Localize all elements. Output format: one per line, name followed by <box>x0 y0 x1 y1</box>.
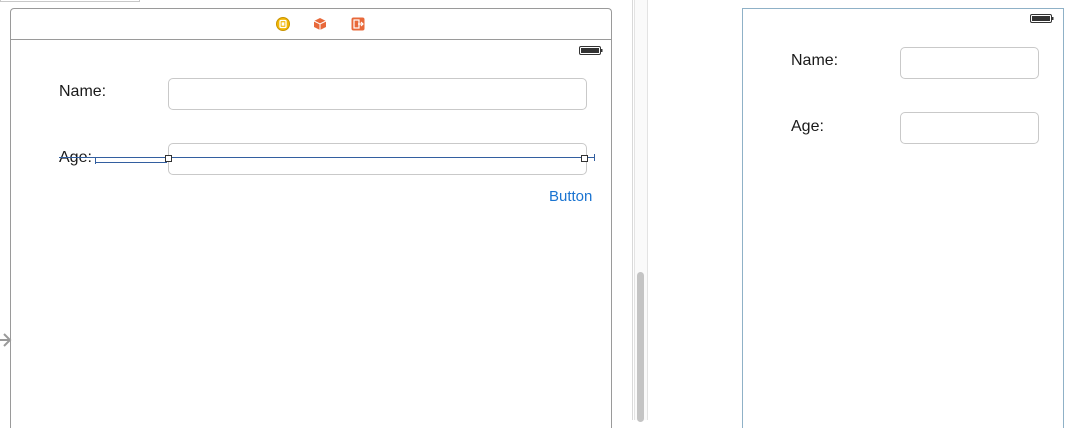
storyboard-scene[interactable]: Name: Age: Button <box>10 8 612 428</box>
name-label: Name: <box>59 83 107 100</box>
preview-name-label: Name: <box>791 52 839 69</box>
tab-edge <box>0 0 140 2</box>
constraint-tick <box>594 154 595 161</box>
constraint-tick <box>95 157 96 164</box>
scrollbar-thumb[interactable] <box>637 272 644 422</box>
pane-divider[interactable] <box>632 0 633 420</box>
preview-name-field <box>900 47 1039 79</box>
preview-age-label: Age: <box>791 118 824 135</box>
name-text-field[interactable] <box>168 78 587 110</box>
entry-point-arrow-icon <box>0 333 12 347</box>
button[interactable]: Button <box>549 188 592 205</box>
scene-dock <box>11 9 611 40</box>
battery-icon <box>1030 14 1054 23</box>
constraint-line <box>59 157 594 158</box>
first-responder-icon[interactable] <box>313 17 327 31</box>
resize-handle-left[interactable] <box>165 155 172 162</box>
exit-icon[interactable] <box>351 17 365 31</box>
battery-icon <box>579 46 603 55</box>
view-controller-icon[interactable] <box>276 17 290 31</box>
preview-device: Name: Age: <box>742 8 1064 428</box>
resize-handle-right[interactable] <box>581 155 588 162</box>
preview-age-field <box>900 112 1039 144</box>
constraint-spacing-line <box>95 162 167 163</box>
age-label: Age: <box>59 149 92 166</box>
age-text-field[interactable] <box>168 143 587 175</box>
